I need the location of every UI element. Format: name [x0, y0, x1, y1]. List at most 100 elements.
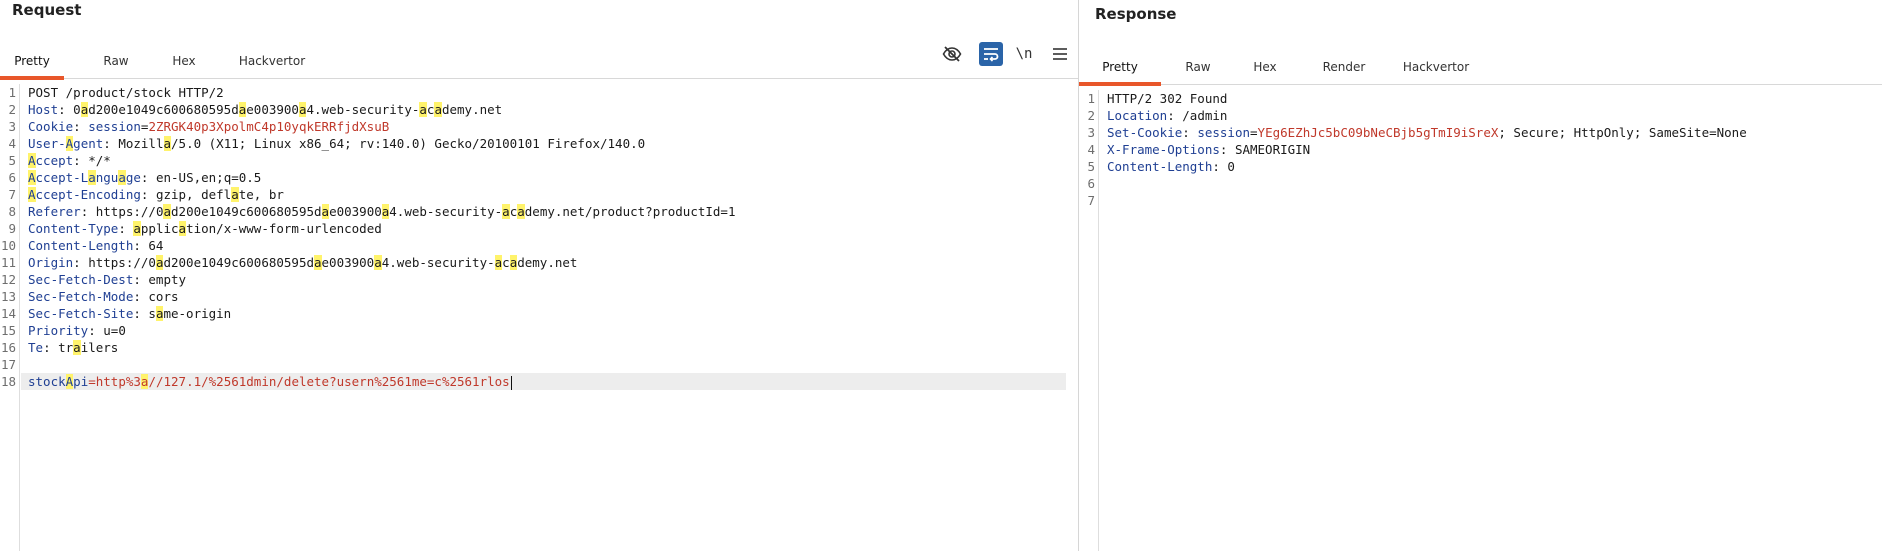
response-editor[interactable]: 1 HTTP/2 302 Found 2 Location: /admin 3 Set-C…	[1079, 90, 1882, 551]
code-token: 4.web-security-	[389, 204, 503, 219]
line-content[interactable]: HTTP/2 302 Found	[1107, 90, 1227, 107]
code-token: 2ZRGK40p3XpolmC4p10yqkERRfjdXsuB	[148, 119, 390, 134]
line-content[interactable]: Cookie: session=2ZRGK40p3XpolmC4p10yqkER…	[28, 118, 389, 135]
line-content[interactable]: Location: /admin	[1107, 107, 1227, 124]
code-token: Te	[28, 340, 44, 355]
code-token: :	[118, 221, 134, 236]
code-token: HTTP/2 302 Found	[1107, 91, 1228, 106]
search-highlight: A	[28, 170, 36, 185]
request-line[interactable]: 7 Accept-Encoding: gzip, deflate, br	[0, 186, 1066, 203]
request-line[interactable]: 17	[0, 356, 1066, 373]
response-line[interactable]: 5 Content-Length: 0	[1079, 158, 1870, 175]
search-highlight: a	[178, 221, 187, 236]
request-editor[interactable]: 1 POST /product/stock HTTP/2 2 Host: 0ad200…	[0, 84, 1078, 551]
search-highlight: a	[231, 187, 239, 202]
line-content[interactable]: Sec-Fetch-Dest: empty	[28, 271, 186, 288]
line-number: 2	[1087, 108, 1095, 123]
code-token: : 64	[133, 238, 164, 253]
request-line[interactable]: 16 Te: trailers	[0, 339, 1066, 356]
request-tab-raw[interactable]: Raw	[92, 42, 140, 79]
search-highlight: a	[118, 170, 126, 185]
response-line[interactable]: 3 Set-Cookie: session=YEg6EZhJc5bC09bNeCB…	[1079, 124, 1870, 141]
code-token: Sec-Fetch-Mode	[28, 289, 134, 304]
response-line[interactable]: 7	[1079, 192, 1870, 209]
line-content[interactable]: Accept-Language: en-US,en;q=0.5	[28, 169, 261, 186]
code-token: : 0	[58, 102, 81, 117]
line-number: 17	[0, 357, 16, 372]
request-lines: 1 POST /product/stock HTTP/2 2 Host: 0ad200…	[0, 84, 1066, 390]
request-line[interactable]: 6 Accept-Language: en-US,en;q=0.5	[0, 169, 1066, 186]
eye-off-icon	[942, 46, 962, 62]
line-content[interactable]: Accept-Encoding: gzip, deflate, br	[28, 186, 284, 203]
code-token: : SAMEORIGIN	[1219, 142, 1311, 157]
line-content[interactable]: Referer: https://0ad200e1049c600680595da…	[28, 203, 735, 220]
line-content[interactable]: Sec-Fetch-Site: same-origin	[28, 305, 231, 322]
line-content[interactable]: POST /product/stock HTTP/2	[28, 84, 224, 101]
line-content[interactable]: Sec-Fetch-Mode: cors	[28, 288, 179, 305]
code-token: me-origin	[163, 306, 232, 321]
code-token: : u=0	[88, 323, 126, 338]
request-tabs: Pretty Raw Hex Hackvertor	[0, 42, 1078, 80]
request-line[interactable]: 18 stockApi=http%3a//127.1/%2561dmin/dele…	[0, 373, 1066, 390]
response-line[interactable]: 1 HTTP/2 302 Found	[1079, 90, 1870, 107]
line-number: 8	[8, 204, 16, 219]
line-number: 7	[8, 187, 16, 202]
request-line[interactable]: 4 User-Agent: Mozilla/5.0 (X11; Linux x86…	[0, 135, 1066, 152]
response-tab-raw[interactable]: Raw	[1174, 48, 1222, 85]
line-number: 6	[8, 170, 16, 185]
request-menu-button[interactable]	[1048, 42, 1072, 66]
code-token: : Mozill	[103, 136, 164, 151]
code-token: e003900	[329, 204, 382, 219]
request-line[interactable]: 8 Referer: https://0ad200e1049c600680595d…	[0, 203, 1066, 220]
line-content[interactable]: Content-Length: 64	[28, 237, 163, 254]
response-lines: 1 HTTP/2 302 Found 2 Location: /admin 3 Set-C…	[1079, 90, 1870, 209]
line-content[interactable]: Set-Cookie: session=YEg6EZhJc5bC09bNeCBj…	[1107, 124, 1747, 141]
request-line[interactable]: 9 Content-Type: application/x-www-form-ur…	[0, 220, 1066, 237]
request-line[interactable]: 2 Host: 0ad200e1049c600680595dae003900a4.…	[0, 101, 1066, 118]
code-token: demy.net	[517, 255, 578, 270]
request-tab-pretty[interactable]: Pretty	[0, 42, 64, 80]
line-content[interactable]: Te: trailers	[28, 339, 118, 356]
request-line[interactable]: 5 Accept: */*	[0, 152, 1066, 169]
response-tab-pretty[interactable]: Pretty	[1079, 48, 1161, 86]
response-tab-hex[interactable]: Hex	[1242, 48, 1288, 85]
hide-nonprintable-button[interactable]	[940, 42, 964, 66]
code-token: e003900	[246, 102, 299, 117]
request-line[interactable]: 3 Cookie: session=2ZRGK40p3XpolmC4p10yqkE…	[0, 118, 1066, 135]
request-line[interactable]: 11 Origin: https://0ad200e1049c600680595d…	[0, 254, 1066, 271]
request-line[interactable]: 12 Sec-Fetch-Dest: empty	[0, 271, 1066, 288]
line-content[interactable]: X-Frame-Options: SAMEORIGIN	[1107, 141, 1310, 158]
request-line[interactable]: 15 Priority: u=0	[0, 322, 1066, 339]
response-line[interactable]: 2 Location: /admin	[1079, 107, 1870, 124]
line-content[interactable]: Priority: u=0	[28, 322, 126, 339]
request-tab-hex[interactable]: Hex	[161, 42, 207, 79]
line-content[interactable]: Host: 0ad200e1049c600680595dae003900a4.w…	[28, 101, 502, 118]
line-content[interactable]: Accept: */*	[28, 152, 111, 169]
response-tab-hackvertor[interactable]: Hackvertor	[1396, 48, 1476, 85]
code-token: Referer	[28, 204, 81, 219]
code-token: Content-Type	[28, 221, 119, 236]
line-content[interactable]: Content-Type: application/x-www-form-url…	[28, 220, 382, 237]
code-token: : cors	[133, 289, 179, 304]
response-line[interactable]: 6	[1079, 175, 1870, 192]
response-pane: Response Pretty Raw Hex Render Hackverto…	[1079, 0, 1882, 551]
request-line[interactable]: 1 POST /product/stock HTTP/2	[0, 84, 1066, 101]
response-line[interactable]: 4 X-Frame-Options: SAMEORIGIN	[1079, 141, 1870, 158]
request-tab-hackvertor[interactable]: Hackvertor	[232, 42, 312, 79]
search-highlight: a	[321, 204, 330, 219]
search-highlight: a	[73, 340, 81, 355]
line-content[interactable]: stockApi=http%3a//127.1/%2561dmin/delete…	[28, 373, 512, 390]
line-number: 9	[8, 221, 16, 236]
code-token: Sec-Fetch-Dest	[28, 272, 134, 287]
request-line[interactable]: 14 Sec-Fetch-Site: same-origin	[0, 305, 1066, 322]
line-content[interactable]: Origin: https://0ad200e1049c600680595dae…	[28, 254, 577, 271]
line-content[interactable]: User-Agent: Mozilla/5.0 (X11; Linux x86_…	[28, 135, 645, 152]
code-token: pi	[73, 374, 89, 389]
newline-toggle-button[interactable]: \n	[1012, 42, 1036, 66]
response-tab-render[interactable]: Render	[1312, 48, 1376, 85]
request-line[interactable]: 10 Content-Length: 64	[0, 237, 1066, 254]
line-content[interactable]: Content-Length: 0	[1107, 158, 1235, 175]
line-number: 4	[8, 136, 16, 151]
request-line[interactable]: 13 Sec-Fetch-Mode: cors	[0, 288, 1066, 305]
wrap-lines-button[interactable]	[979, 42, 1003, 66]
